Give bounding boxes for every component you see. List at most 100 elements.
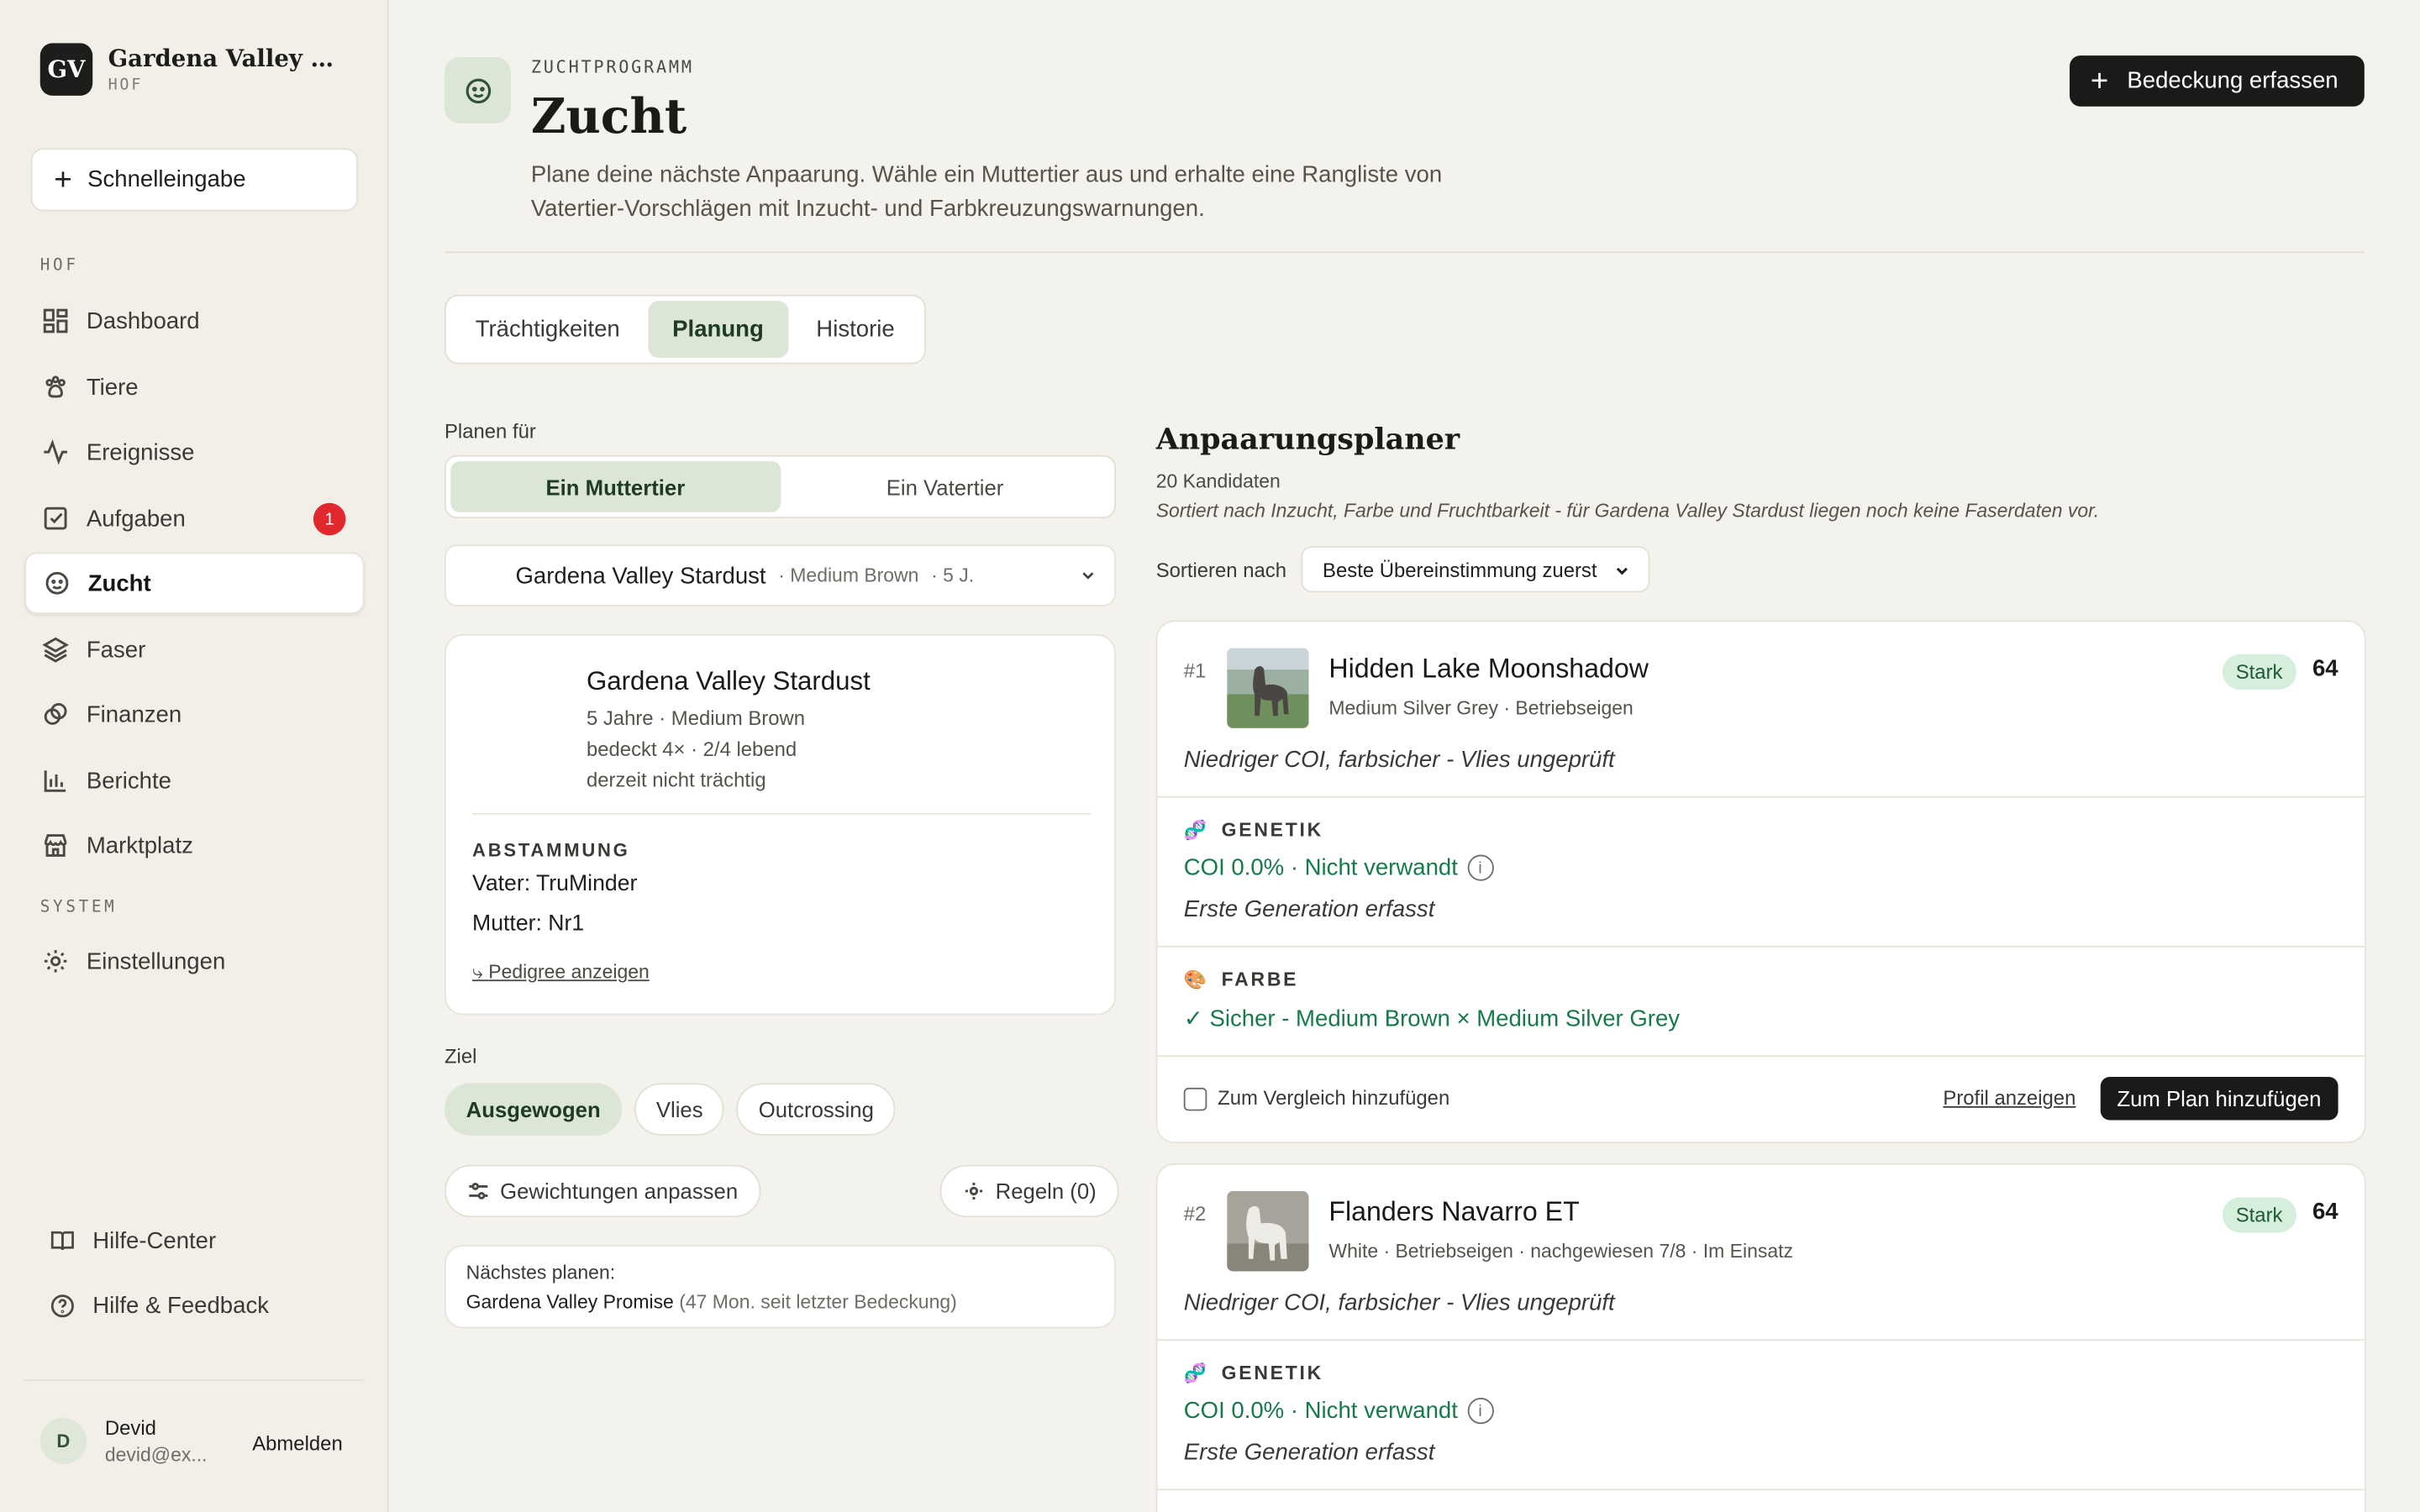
sidebar-item-label: Tiere [86, 374, 139, 401]
sidebar-item-aufgaben[interactable]: Aufgaben 1 [24, 487, 364, 549]
tab-traechtigkeiten[interactable]: Trächtigkeiten [450, 301, 644, 358]
info-icon[interactable]: i [1466, 1398, 1494, 1425]
plus-icon: + [54, 162, 72, 197]
color-label: 🎨 FARBE [1184, 969, 1299, 990]
chevron-down-icon [1616, 567, 1628, 575]
candidate-count: 20 Kandidaten [1155, 470, 1281, 492]
sort-select[interactable]: Beste Übereinstimmung zuerst [1301, 546, 1650, 593]
dam-line: Mutter: Nr1 [472, 911, 585, 937]
sidebar-item-label: Berichte [86, 767, 171, 794]
genetics-value-text: COI 0.0% · Nicht verwandt [1183, 1398, 1458, 1425]
next-plan-card[interactable]: Nächstes planen: Gardena Valley Promise … [444, 1245, 1116, 1329]
color-value: ✓ Sicher - Medium Brown × Medium Silver … [1183, 1005, 1681, 1032]
candidate-summary: Niedriger COI, farbsicher - Vlies ungepr… [1183, 746, 1615, 774]
brand[interactable]: GV Gardena Valley Alp... HOF [39, 43, 343, 96]
goal-chip-balanced[interactable]: Ausgewogen [444, 1083, 623, 1136]
sidebar-item-ereignisse[interactable]: Ereignisse [24, 421, 364, 482]
help-feedback-link[interactable]: Hilfe & Feedback [50, 1293, 269, 1319]
candidate-name[interactable]: Hidden Lake Moonshadow [1328, 653, 1649, 685]
sire-line: Vater: TruMinder [472, 871, 638, 897]
book-icon [50, 1231, 74, 1251]
color-label-text: FARBE [1221, 969, 1299, 991]
user-email: devid@ex... [104, 1444, 208, 1466]
candidate-summary: Niedriger COI, farbsicher - Vlies ungepr… [1183, 1289, 1615, 1316]
tab-historie[interactable]: Historie [792, 301, 919, 358]
pedigree-link[interactable]: ⤷ Pedigree anzeigen [472, 961, 650, 984]
plan-for-label: Planen für [444, 419, 536, 444]
main-content: ZUCHTPROGRAMM Zucht Plane deine nächste … [389, 0, 2420, 1512]
dam-matings: bedeckt 4× · 2/4 lebend [586, 737, 797, 761]
genetics-block: 🧬 GENETIK COI 0.0% · Nicht verwandt i Er… [1157, 1341, 2365, 1491]
sidebar: GV Gardena Valley Alp... HOF + Schnellei… [0, 0, 389, 1512]
sidebar-item-label: Finanzen [86, 701, 182, 728]
strength-badge: Stark [2222, 654, 2297, 690]
avatar[interactable]: D [39, 1417, 87, 1465]
dam-name: Gardena Valley Stardust [586, 666, 871, 696]
brand-logo: GV [39, 43, 93, 96]
adjust-weights-button[interactable]: Gewichtungen anpassen [444, 1164, 761, 1218]
sidebar-item-berichte[interactable]: Berichte [24, 750, 364, 811]
compare-checkbox[interactable] [1183, 1087, 1207, 1111]
goal-chip-outcrossing[interactable]: Outcrossing [736, 1083, 896, 1136]
gear-icon [965, 1182, 983, 1200]
sidebar-item-label: Zucht [87, 570, 151, 596]
card-divider [472, 812, 1092, 815]
dna-icon: 🧬 [1183, 1362, 1209, 1384]
dam-select[interactable]: Gardena Valley Stardust · Medium Brown ·… [444, 544, 1116, 606]
help-center-link[interactable]: Hilfe-Center [50, 1228, 216, 1254]
sidebar-item-einstellungen[interactable]: Einstellungen [24, 931, 364, 992]
goal-chip-fleece[interactable]: Vlies [634, 1083, 725, 1136]
compare-label[interactable]: Zum Vergleich hinzufügen [1218, 1086, 1449, 1110]
candidate-meta: White · Betriebseigen · nachgewiesen 7/8… [1328, 1240, 1793, 1263]
rules-button[interactable]: Regeln (0) [939, 1164, 1120, 1218]
add-to-plan-button[interactable]: Zum Plan hinzufügen [2100, 1077, 2338, 1121]
sidebar-item-tiere[interactable]: Tiere [24, 356, 364, 417]
candidate-photo[interactable] [1227, 648, 1309, 728]
quick-add-button[interactable]: + Schnelleingabe [30, 148, 359, 212]
paw-icon [45, 375, 66, 398]
segment-sire[interactable]: Ein Vatertier [780, 461, 1109, 512]
brand-name: Gardena Valley Alp... [108, 45, 343, 73]
candidate-header: #1 Hidden Lake Moonshadow Medium Silver … [1157, 622, 2365, 798]
logout-button[interactable]: Abmelden [252, 1431, 343, 1455]
plus-icon: + [2090, 64, 2109, 98]
dam-pregnancy-status: derzeit nicht trächtig [586, 768, 766, 792]
candidate-photo[interactable] [1227, 1190, 1309, 1272]
page-description: Plane deine nächste Anpaarung. Wähle ein… [530, 161, 1443, 223]
record-mating-button[interactable]: + Bedeckung erfassen [2069, 55, 2365, 107]
sidebar-item-label: Einstellungen [86, 948, 226, 974]
candidate-footer: Zum Vergleich hinzufügen Profil anzeigen… [1158, 1057, 2365, 1142]
user-profile: D Devid devid@ex... Abmelden [24, 1379, 365, 1503]
checkbox-icon [44, 507, 67, 530]
dam-age-color: 5 Jahre · Medium Brown [586, 706, 806, 730]
match-score: 64 [2312, 655, 2338, 682]
sliders-icon [469, 1183, 488, 1200]
tab-planung[interactable]: Planung [647, 301, 789, 359]
sidebar-item-dashboard[interactable]: Dashboard [24, 290, 364, 351]
page-title: Zucht [530, 89, 687, 145]
dam-card: Gardena Valley Stardust 5 Jahre · Medium… [444, 633, 1116, 1016]
color-block: 🎨 FARBE ✓ Sicher - Medium Brown × Medium… [1157, 948, 2365, 1058]
match-score: 64 [2312, 1199, 2338, 1226]
chart-icon [44, 770, 66, 792]
genetics-value: COI 0.0% · Nicht verwandt i [1184, 854, 1494, 881]
breeding-icon [465, 77, 491, 103]
sidebar-item-faser[interactable]: Faser [24, 619, 364, 680]
info-icon[interactable]: i [1466, 854, 1494, 881]
candidate-name[interactable]: Flanders Navarro ET [1328, 1195, 1579, 1228]
breeding-icon [45, 571, 69, 595]
page-kicker: ZUCHTPROGRAMM [530, 56, 694, 77]
view-profile-link[interactable]: Profil anzeigen [1943, 1086, 2075, 1110]
sort-note: Sortiert nach Inzucht, Farbe und Fruchtb… [1155, 500, 2100, 522]
planner-title: Anpaarungsplaner [1155, 423, 1460, 457]
genetics-label-text: GENETIK [1221, 1362, 1323, 1384]
segment-dam[interactable]: Ein Muttertier [450, 461, 781, 512]
sidebar-item-zucht[interactable]: Zucht [24, 552, 365, 615]
sidebar-item-marktplatz[interactable]: Marktplatz [24, 815, 364, 876]
sidebar-item-finanzen[interactable]: Finanzen [24, 684, 364, 745]
help-circle-icon [50, 1294, 74, 1318]
strength-badge: Stark [2222, 1197, 2297, 1233]
genetics-label: 🧬 GENETIK [1184, 819, 1323, 841]
layers-icon [42, 637, 69, 663]
next-plan-line: Gardena Valley Promise (47 Mon. seit let… [466, 1291, 957, 1313]
